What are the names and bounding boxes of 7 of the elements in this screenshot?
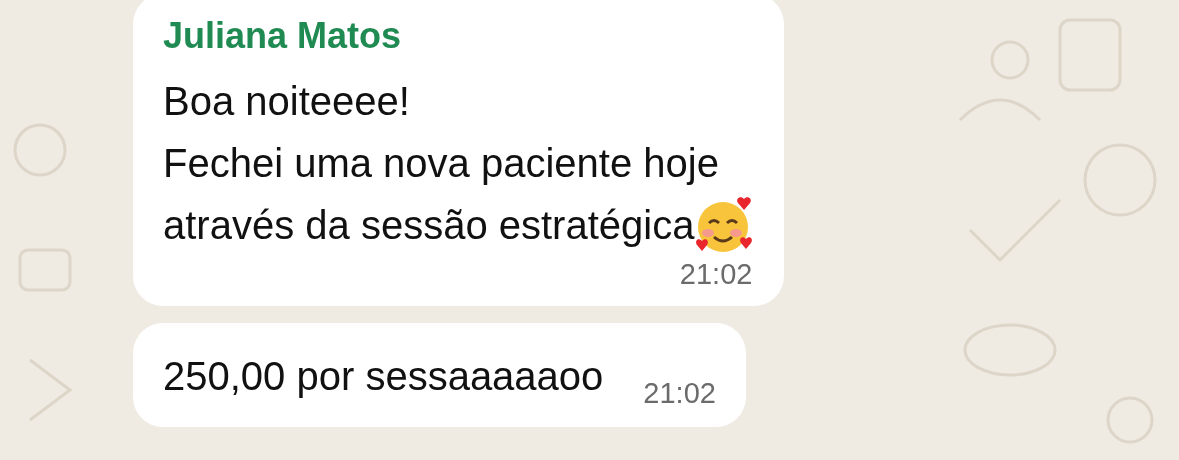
message-text: 250,00 por sessaaaaaoo: [163, 353, 604, 400]
sender-name: Juliana Matos: [163, 14, 403, 58]
message-time: 21:02: [679, 257, 753, 292]
message-text: Fechei uma nova paciente hoje: [163, 140, 720, 187]
message-text: através da sessão estratégica: [163, 202, 695, 249]
message-text: Boa noiteeee!: [163, 78, 411, 125]
message-time: 21:02: [643, 376, 716, 411]
